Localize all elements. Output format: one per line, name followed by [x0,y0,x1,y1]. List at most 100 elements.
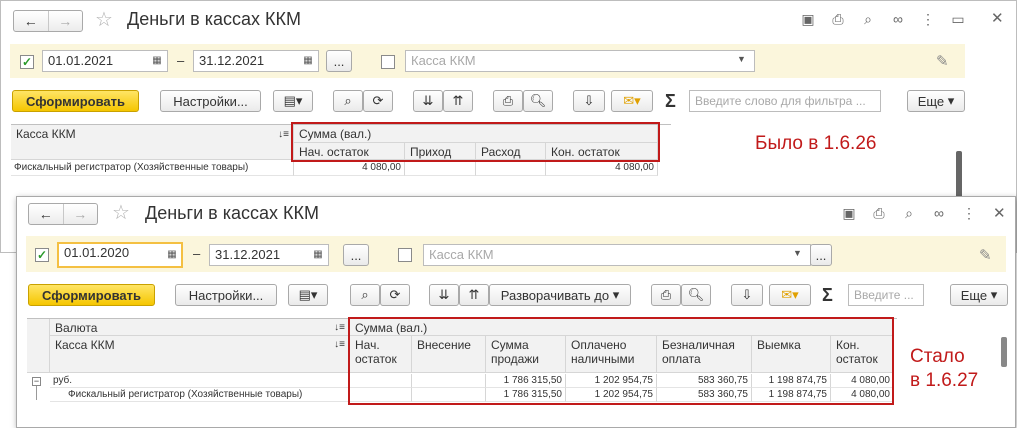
kassa-checkbox[interactable] [381,55,395,69]
favorite-star-icon[interactable]: ☆ [112,200,130,225]
window-title: Деньги в кассах ККМ [127,9,301,29]
generate-button[interactable]: Сформировать [28,284,155,306]
kassa-input[interactable]: Касса ККМ [423,244,811,266]
table-row-name: Фискальный регистратор (Хозяйственные то… [11,161,294,176]
expand-to-button[interactable]: Разворачивать до ▾ [489,284,631,306]
close-icon[interactable]: ✕ [991,9,1004,27]
pin-icon[interactable]: ✎ [979,246,992,264]
calendar-icon[interactable]: ▦ [308,245,328,265]
refresh-button[interactable]: ⟳ [380,284,410,306]
find-button[interactable]: ⌕ [350,284,380,306]
tree-collapse-icon: ⇊ [422,93,434,108]
expand-button[interactable]: ⇈ [443,90,473,112]
period-select-button[interactable]: ... [343,244,369,266]
calendar-icon[interactable]: ▦ [298,51,318,71]
save-file-button[interactable]: ⇩ [731,284,763,306]
more-vertical-icon[interactable]: ⋮ [959,205,979,222]
variants-button[interactable]: ▤▾ [273,90,313,112]
preview-icon[interactable]: ⌕ [858,11,878,28]
table-cell: 4 080,00 [294,161,405,176]
settings-button[interactable]: Настройки... [175,284,277,306]
collapse-button[interactable]: ⇊ [429,284,459,306]
period-select-button[interactable]: ... [326,50,352,72]
preview-icon[interactable]: ⌕ [899,205,919,222]
kassa-checkbox[interactable] [398,248,412,262]
print-button[interactable]: ⎙ [651,284,681,306]
generate-button[interactable]: Сформировать [12,90,139,112]
printer-icon: ⎙ [502,93,514,108]
back-arrow-icon[interactable]: ← [29,204,63,224]
forward-arrow-icon[interactable]: → [47,11,83,31]
sort-icon[interactable]: ↓≡ [334,338,345,352]
refresh-icon: ⟳ [372,93,384,108]
chevron-down-icon[interactable]: ▼ [737,54,746,64]
filter-input[interactable]: Введите слово для фильтра ... [689,90,881,112]
calendar-icon[interactable]: ▦ [162,245,182,265]
find-button[interactable]: ⌕ [333,90,363,112]
favorite-star-icon[interactable]: ☆ [95,7,113,32]
print-icon[interactable]: ⎙ [828,11,848,28]
print-button[interactable]: ⎙ [493,90,523,112]
tree-column [27,319,50,373]
nav-buttons[interactable]: ← → [28,203,98,225]
link-icon[interactable]: ∞ [888,11,908,28]
annotation-after-1: Стало [910,346,965,367]
annotation-after-2: в 1.6.27 [910,370,979,391]
folder-icon: ▤▾ [298,287,318,302]
variants-button[interactable]: ▤▾ [288,284,328,306]
highlight-frame [348,317,894,405]
more-vertical-icon[interactable]: ⋮ [918,11,938,28]
highlight-frame [291,122,660,162]
save-icon[interactable]: ▣ [839,205,859,222]
collapse-tree-icon[interactable]: − [32,377,41,386]
scrollbar[interactable] [1001,337,1007,367]
save-file-button[interactable]: ⇩ [573,90,605,112]
pin-icon[interactable]: ✎ [936,52,949,70]
close-icon[interactable]: ✕ [993,204,1006,222]
kassa-input[interactable]: Касса ККМ [405,50,755,72]
column-kassa: Касса ККМ ↓≡ [11,125,294,160]
expand-button[interactable]: ⇈ [459,284,489,306]
table-cell [476,161,546,176]
more-button[interactable]: Еще ▾ [907,90,965,112]
period-checkbox[interactable]: ✓ [20,55,34,69]
back-arrow-icon[interactable]: ← [14,11,48,31]
sort-icon[interactable]: ↓≡ [334,321,345,335]
folder-icon: ▤▾ [283,93,303,108]
more-button[interactable]: Еще ▾ [950,284,1008,306]
refresh-button[interactable]: ⟳ [363,90,393,112]
period-checkbox[interactable]: ✓ [35,248,49,262]
column-kassa: Касса ККМ ↓≡ [50,336,350,373]
preview-icon: 🔍︎ [529,93,547,108]
print-icon[interactable]: ⎙ [869,205,889,222]
printer-icon: ⎙ [660,287,672,302]
window-toolbar-icons: ▣ ⎙ ⌕ ∞ ⋮ ▭ [798,11,968,28]
forward-arrow-icon[interactable]: → [62,204,98,224]
calendar-icon[interactable]: ▦ [147,51,167,71]
nav-buttons[interactable]: ← → [13,10,83,32]
link-icon[interactable]: ∞ [929,205,949,222]
preview-button[interactable]: 🔍︎ [681,284,711,306]
table-cell: 4 080,00 [546,161,658,176]
date-dash: – [193,246,201,261]
table-cell [405,161,476,176]
sort-icon[interactable]: ↓≡ [278,128,289,142]
tree-expand-icon: ⇈ [452,93,464,108]
kassa-select-button[interactable]: ... [810,244,832,266]
email-button[interactable]: ✉▾ [611,90,653,112]
maximize-icon[interactable]: ▭ [948,11,968,28]
collapse-button[interactable]: ⇊ [413,90,443,112]
sigma-icon[interactable]: Σ [822,285,833,306]
preview-button[interactable]: 🔍︎ [523,90,553,112]
report-window-new: ← → ☆ Деньги в кассах ККМ ▣ ⎙ ⌕ ∞ ⋮ ✕ ✓ 01.01… [16,196,1016,428]
download-icon: ⇩ [741,287,753,302]
window-title: Деньги в кассах ККМ [145,203,319,223]
save-icon[interactable]: ▣ [798,11,818,28]
filter-input[interactable]: Введите ... [848,284,924,306]
settings-button[interactable]: Настройки... [160,90,261,112]
email-button[interactable]: ✉▾ [769,284,811,306]
date-dash: – [177,53,185,68]
sigma-icon[interactable]: Σ [665,91,676,112]
chevron-down-icon[interactable]: ▼ [793,248,802,258]
more-label: Еще [917,93,945,109]
